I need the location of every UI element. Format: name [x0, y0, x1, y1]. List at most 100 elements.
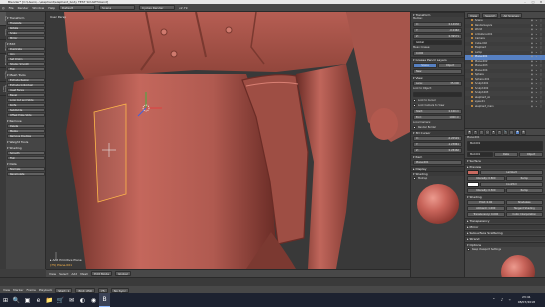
tool-button-delete[interactable]: Delete	[7, 124, 45, 128]
timeline-no-sync[interactable]: No Sync	[110, 287, 129, 293]
shading-section-header[interactable]: ▾ Shading	[465, 194, 545, 199]
lock-object-field[interactable]	[413, 92, 462, 97]
timeline-marker[interactable]: Marker	[13, 288, 23, 292]
tab-grease-pencil[interactable]: Grease Pencil	[0, 82, 6, 96]
tool-button-inset-faces[interactable]: Inset Faces	[7, 88, 45, 92]
taskbar-app-icon[interactable]: e	[33, 293, 44, 307]
keep-viewport-checkbox[interactable]: Keep Viewport Settings	[467, 247, 543, 252]
tool-button-mirror[interactable]: Mirror	[7, 36, 45, 40]
tool-button-translate[interactable]: Translate	[7, 21, 45, 25]
cubic-interpolation-checkbox[interactable]: Cubic Interpolation	[505, 212, 543, 217]
tool-button-shade-smooth[interactable]: Shade: Smooth	[7, 62, 45, 66]
menu-help[interactable]: Help	[48, 6, 55, 10]
clip-start-field[interactable]: Start: 0.100 m	[413, 109, 462, 114]
render-layers-tab-icon[interactable]: ≡	[473, 129, 478, 135]
render-tab-icon[interactable]: ▣	[467, 129, 472, 135]
tool-button-smooth[interactable]: Smooth	[7, 151, 45, 155]
grease-new-button[interactable]: New	[413, 69, 462, 74]
view-panel-header[interactable]: ▾ View	[411, 75, 464, 80]
outliner-view-menu[interactable]: View	[467, 12, 481, 18]
matcap-preview[interactable]	[417, 184, 459, 224]
tab-physics[interactable]: Physics	[0, 68, 6, 82]
start-button[interactable]: ⊞	[0, 293, 11, 307]
tab-create[interactable]: Create	[0, 26, 6, 40]
tab-relations[interactable]: Relations	[0, 40, 6, 54]
link-data-button[interactable]: Data	[494, 152, 518, 157]
last-operator-panel[interactable]: ▸ Add Primitive Plane	[50, 258, 82, 262]
tool-section-transform[interactable]: ▾ Transform	[7, 16, 45, 20]
tool-button-extrude-region[interactable]: Extrude Region	[7, 78, 45, 82]
taskbar-app-icon[interactable]: ◉	[88, 293, 99, 307]
scene-tab-icon[interactable]: ◇	[479, 129, 484, 135]
outliner-item[interactable]: elephant_main ◉ ▸ ◻	[465, 104, 545, 110]
material-slot-list[interactable]: Mat.001	[467, 141, 543, 151]
header-view[interactable]: View	[49, 272, 56, 276]
header-global[interactable]: Global	[115, 271, 131, 276]
strand-panel-header[interactable]: ▸ Strand	[465, 236, 545, 241]
data-tab-icon[interactable]: △	[509, 129, 514, 135]
item-panel-header[interactable]: ▾ Item	[411, 154, 464, 159]
median-y-field[interactable]: Y: -0.2462	[413, 28, 462, 33]
tool-button-bevel[interactable]: Bevel	[7, 93, 45, 97]
texture-tab-icon[interactable]: ▦	[521, 129, 526, 135]
tool-section-mesh-tools[interactable]: ▾ Mesh Tools	[7, 73, 45, 77]
tool-section-weight-tools[interactable]: ▾ Weight Tools	[7, 140, 45, 144]
sss-panel-header[interactable]: ▸ Subsurface Scattering	[465, 230, 545, 235]
modifiers-tab-icon[interactable]: 🔧	[503, 129, 508, 135]
timeline-view[interactable]: View	[3, 288, 10, 292]
mirror-panel-header[interactable]: ▸ Mirror	[465, 224, 545, 229]
cursor-y-field[interactable]: Y: -1.23861	[413, 142, 462, 147]
taskbar-app-icon[interactable]: ◐	[77, 293, 88, 307]
diffuse-intensity-field[interactable]: Intensity: 0.800	[467, 176, 505, 181]
transform-space-toggle[interactable]: Global	[413, 40, 462, 45]
link-object-button[interactable]: Object	[519, 152, 543, 157]
tool-button-duplicate[interactable]: Duplicate	[7, 47, 45, 51]
tool-button-merge[interactable]: Merge	[7, 129, 45, 133]
tool-button-remove-doubles[interactable]: Remove Doubles	[7, 134, 45, 138]
grease-object-button[interactable]: Object	[438, 63, 462, 68]
world-tab-icon[interactable]: ◯	[485, 129, 490, 135]
object-tab-icon[interactable]: ▪	[491, 129, 496, 135]
timeline-75[interactable]: 75	[97, 287, 108, 293]
diffuse-color-swatch[interactable]	[467, 170, 479, 175]
preview-panel-header[interactable]: ▸ Preview	[465, 164, 545, 169]
cursor-z-field[interactable]: Z: 0.28462	[413, 148, 462, 153]
taskbar-app-icon[interactable]: B	[99, 293, 110, 307]
clip-end-field[interactable]: End: 1000 m	[413, 115, 462, 120]
timeline-frame[interactable]: Frame	[27, 288, 36, 292]
cursor-x-field[interactable]: X: -0.20529	[413, 136, 462, 141]
taskbar-app-icon[interactable]: 🔍	[11, 293, 22, 307]
tab-tools[interactable]: Tools	[0, 12, 6, 26]
lock-camera-checkbox[interactable]: Lock Camera to View	[413, 103, 462, 108]
grease-scene-button[interactable]: Scene	[413, 63, 437, 68]
system-clock[interactable]: 23:41 08/07/2018	[518, 295, 535, 305]
specular-color-swatch[interactable]	[467, 182, 479, 187]
timeline-end-250[interactable]: End: 250	[75, 287, 95, 293]
tool-button-normals[interactable]: Normals	[7, 167, 45, 171]
tool-button-extrude-individual[interactable]: Extrude Individual	[7, 83, 45, 87]
tool-button-join[interactable]: Join	[7, 52, 45, 56]
header-add[interactable]: Add	[71, 272, 77, 276]
tangent-shading-checkbox[interactable]: Tangent Shading	[505, 206, 543, 211]
item-name-field[interactable]: Plane.001	[413, 160, 462, 165]
tool-section-data[interactable]: ▾ Data	[7, 162, 45, 166]
specular-ramp-checkbox[interactable]: Ramp	[505, 188, 543, 193]
material-name-field[interactable]: Mat.001	[467, 152, 493, 157]
tool-button-scale[interactable]: Scale	[7, 31, 45, 35]
blender-logo-icon[interactable]: ◎	[2, 6, 5, 10]
menu-window[interactable]: Window	[32, 6, 44, 10]
translucency-field[interactable]: Translucency: 0.000	[467, 212, 505, 217]
layout-select[interactable]: Default	[59, 5, 96, 10]
outliner-scope-select[interactable]: All Scenes	[500, 12, 522, 18]
tool-section-shading[interactable]: ▾ Shading	[7, 146, 45, 150]
specular-intensity-field[interactable]: Intensity: 0.500	[467, 188, 505, 193]
diffuse-shader-select[interactable]: Lambert	[480, 170, 543, 175]
render-engine-select[interactable]: Cycles Render	[139, 5, 176, 10]
transparency-panel-header[interactable]: ▸ Transparency	[465, 218, 545, 223]
lens-field[interactable]: Lens: 35.000	[413, 81, 462, 86]
tool-button-flat[interactable]: Flat	[7, 67, 45, 71]
taskbar-app-icon[interactable]: 📁	[44, 293, 55, 307]
3d-cursor-panel-header[interactable]: ▾ 3D Cursor	[411, 130, 464, 135]
emit-field[interactable]: Emit: 0.00	[467, 200, 505, 205]
median-x-field[interactable]: X: 0.14932	[413, 22, 462, 27]
